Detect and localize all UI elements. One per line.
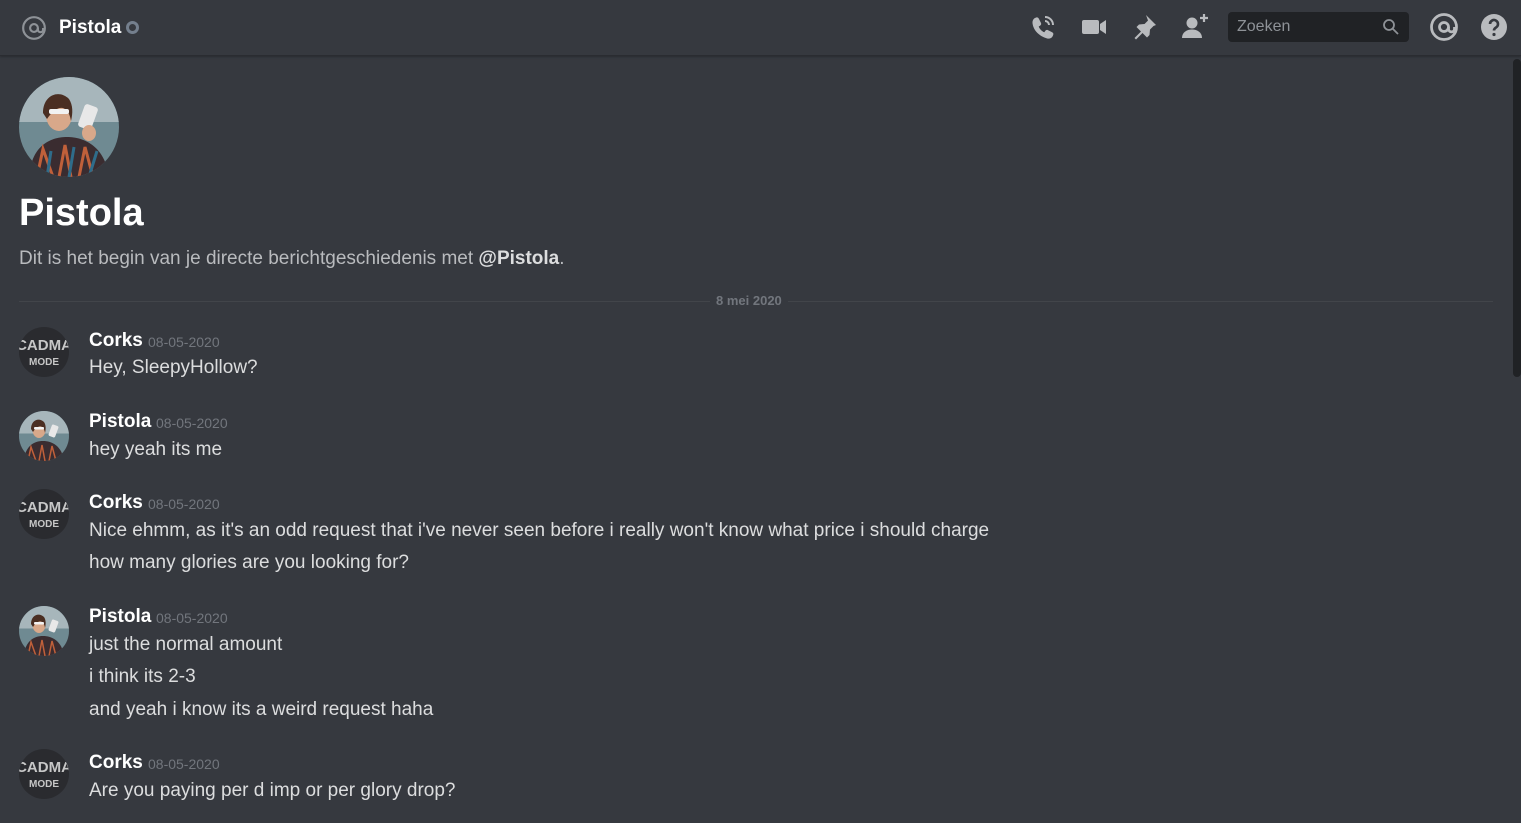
message-text: and yeah i know its a weird request haha [89,699,434,720]
video-call-icon[interactable] [1079,12,1109,42]
message-text: Nice ehmm, as it's an odd request that i… [89,520,990,541]
message-text: hey yeah its me [89,439,223,460]
message-timestamp: 08-05-2020 [156,415,228,431]
avatar-corks[interactable]: CADMA MODE [19,749,69,799]
message-author[interactable]: Corks [89,329,143,353]
avatar-pistola[interactable] [19,411,69,461]
offline-status-icon [126,21,139,34]
at-sign-icon [22,16,46,40]
message-author[interactable]: Corks [89,751,143,775]
message-text: i think its 2-3 [89,666,196,687]
avatar-logo-line2: MODE [29,357,59,368]
voice-call-icon[interactable] [1028,12,1058,42]
message-timestamp: 08-05-2020 [148,334,220,350]
avatar-logo-line1: CADMA [19,499,69,516]
add-friend-icon[interactable] [1180,12,1210,42]
intro-description: Dit is het begin van je directe berichtg… [19,247,565,271]
message-text: Are you paying per d imp or per glory dr… [89,780,456,801]
help-icon[interactable] [1479,12,1509,42]
avatar-pistola[interactable] [19,606,69,656]
profile-avatar[interactable] [19,77,119,177]
message-author[interactable]: Corks [89,491,143,515]
avatar-corks[interactable]: CADMA MODE [19,489,69,539]
channel-header: Pistola Zoeken [0,0,1521,56]
message-timestamp: 08-05-2020 [148,756,220,772]
avatar-corks[interactable]: CADMA MODE [19,327,69,377]
message-timestamp: 08-05-2020 [156,610,228,626]
user-mention[interactable]: @Pistola [478,248,559,269]
message-author[interactable]: Pistola [89,410,151,434]
profile-name: Pistola [19,192,144,234]
message-text: just the normal amount [89,634,283,655]
message-text: how many glories are you looking for? [89,552,410,573]
avatar-logo-line2: MODE [29,519,59,530]
message-timestamp: 08-05-2020 [148,496,220,512]
message-author[interactable]: Pistola [89,605,151,629]
intro-text-end: . [559,248,565,269]
channel-title: Pistola [59,17,122,38]
pinned-messages-icon[interactable] [1129,12,1159,42]
search-placeholder: Zoeken [1237,18,1291,35]
date-divider-label: 8 mei 2020 [710,293,788,309]
intro-text: Dit is het begin van je directe berichtg… [19,248,479,269]
search-input[interactable]: Zoeken [1228,12,1409,42]
avatar-logo-line1: CADMA [19,759,69,776]
avatar-logo-line1: CADMA [19,337,69,354]
chat-scrollbar[interactable] [1513,59,1521,377]
search-icon [1383,19,1399,35]
message-text: Hey, SleepyHollow? [89,357,258,378]
mentions-icon[interactable] [1429,12,1459,42]
avatar-logo-line2: MODE [29,779,59,790]
